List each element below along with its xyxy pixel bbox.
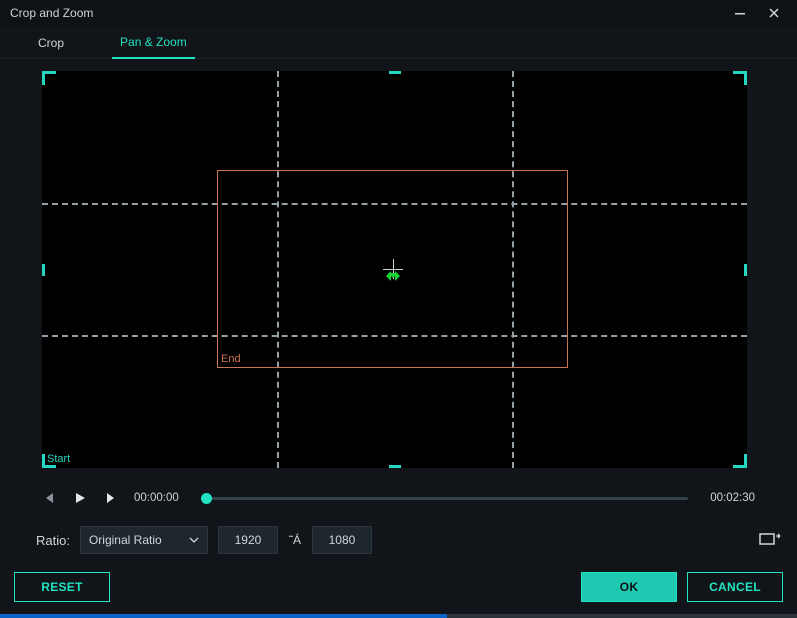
end-frame[interactable]: End: [217, 170, 568, 368]
swap-start-end-button[interactable]: [759, 531, 781, 550]
end-frame-label: End: [221, 353, 241, 365]
close-button[interactable]: [757, 2, 791, 24]
next-frame-button[interactable]: [102, 488, 122, 508]
dimension-separator: ˜Á: [288, 533, 302, 547]
height-input[interactable]: 1080: [312, 526, 372, 554]
minimize-button[interactable]: [723, 2, 757, 24]
tab-crop[interactable]: Crop: [30, 29, 72, 58]
cancel-button[interactable]: CANCEL: [687, 572, 783, 602]
timeline-slider[interactable]: [201, 497, 688, 500]
reset-button[interactable]: RESET: [14, 572, 110, 602]
step-forward-icon: [105, 491, 119, 505]
loading-progress-bar: [0, 614, 797, 618]
titlebar: Crop and Zoom: [0, 0, 797, 26]
start-frame-handle-right[interactable]: [744, 264, 747, 276]
crop-and-zoom-window: Crop and Zoom Crop Pan & Zoom Star: [0, 0, 797, 618]
start-frame-handle-top[interactable]: [389, 71, 401, 74]
ratio-label: Ratio:: [36, 533, 70, 548]
footer: RESET OK CANCEL: [0, 562, 797, 614]
ratio-row: Ratio: Original Ratio 1920 ˜Á 1080: [0, 512, 797, 562]
timeline-knob[interactable]: [201, 493, 212, 504]
current-time: 00:00:00: [134, 492, 179, 504]
close-icon: [768, 7, 780, 19]
tab-pan-and-zoom[interactable]: Pan & Zoom: [112, 28, 195, 59]
video-preview[interactable]: Start End: [42, 71, 747, 468]
start-frame-handle-br[interactable]: [733, 454, 747, 468]
center-crosshair-icon: [383, 259, 403, 279]
start-frame-handle-tr[interactable]: [733, 71, 747, 85]
minimize-icon: [734, 7, 746, 19]
ratio-select-value: Original Ratio: [89, 533, 162, 547]
preview-area: Start End: [0, 59, 797, 474]
step-back-icon: [41, 491, 55, 505]
width-input[interactable]: 1920: [218, 526, 278, 554]
start-frame-label: Start: [47, 453, 70, 465]
window-title: Crop and Zoom: [10, 6, 93, 20]
total-time: 00:02:30: [710, 492, 755, 504]
play-button[interactable]: [70, 488, 90, 508]
play-icon: [73, 491, 87, 505]
ratio-select[interactable]: Original Ratio: [80, 526, 208, 554]
playback-bar: 00:00:00 00:02:30: [0, 474, 797, 512]
start-frame-handle-left[interactable]: [42, 264, 45, 276]
chevron-down-icon: [189, 535, 199, 545]
start-frame-handle-bottom[interactable]: [389, 465, 401, 468]
prev-frame-button[interactable]: [38, 488, 58, 508]
tab-bar: Crop Pan & Zoom: [0, 28, 797, 59]
start-frame-handle-tl[interactable]: [42, 71, 56, 85]
ok-button[interactable]: OK: [581, 572, 677, 602]
swap-icon: [759, 531, 781, 547]
